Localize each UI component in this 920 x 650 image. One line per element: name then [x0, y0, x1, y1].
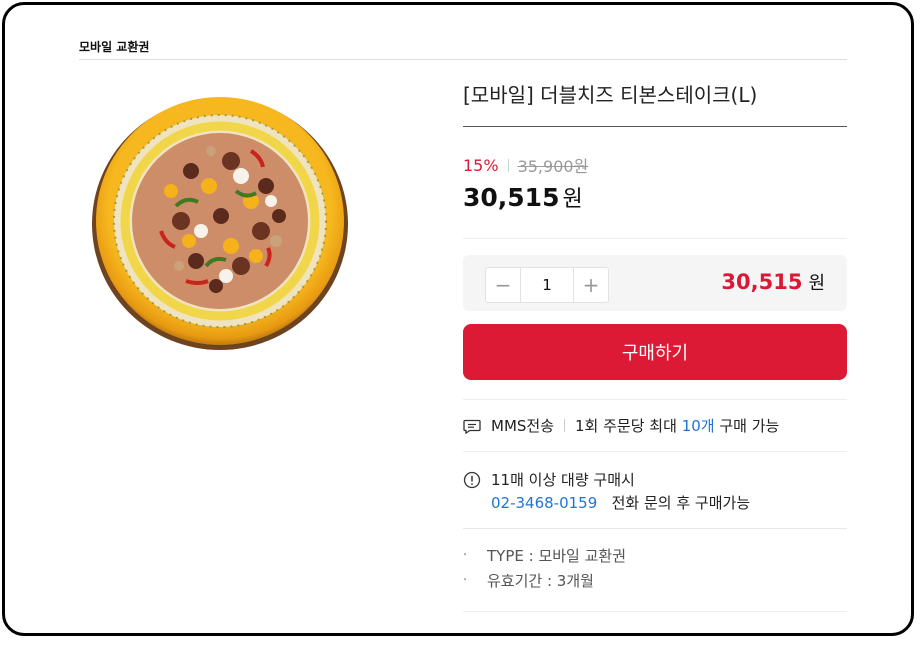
sale-price: 30,515 원 [463, 181, 583, 213]
product-title: [모바일] 더블치즈 티본스테이크(L) [463, 83, 758, 107]
discount-rate: 15% [463, 155, 499, 175]
original-price: 35,900원 [517, 157, 589, 176]
total-price-value: 30,515 [721, 270, 803, 294]
quantity-stepper: − 1 + [485, 267, 609, 303]
bullet: · [463, 573, 468, 588]
bullet: · [463, 548, 468, 563]
divider [79, 59, 847, 60]
spec-text: 유효기간 : 3개월 [487, 572, 594, 590]
breadcrumb[interactable]: 모바일 교환권 [79, 38, 149, 55]
sale-price-value: 30,515 [463, 183, 560, 212]
product-image [92, 97, 348, 350]
limit-count: 10개 [681, 417, 715, 435]
spec-text: TYPE : 모바일 교환권 [487, 547, 627, 565]
separator [507, 158, 509, 172]
divider [463, 238, 847, 239]
bulk-info: 11매 이상 대량 구매시 [463, 469, 635, 490]
decrease-button[interactable]: − [486, 268, 520, 302]
sale-price-unit: 원 [562, 187, 583, 212]
limit-prefix: 1회 주문당 최대 [575, 417, 677, 435]
divider [463, 611, 847, 612]
bulk-contact-text: 전화 문의 후 구매가능 [611, 494, 751, 512]
increase-button[interactable]: + [574, 268, 608, 302]
total-price: 30,515 원 [721, 269, 825, 295]
quantity-panel: − 1 + 30,515 원 [463, 255, 847, 311]
bulk-contact: 02-3468-0159 전화 문의 후 구매가능 [491, 492, 750, 513]
delivery-method: MMS전송 [491, 417, 555, 435]
divider [463, 451, 847, 452]
quantity-input[interactable]: 1 [520, 268, 574, 302]
spec-item: · 유효기간 : 3개월 [463, 570, 594, 591]
divider [463, 126, 847, 127]
divider [463, 399, 847, 400]
total-price-unit: 원 [808, 273, 825, 294]
bulk-text: 11매 이상 대량 구매시 [491, 471, 635, 489]
buy-button[interactable]: 구매하기 [463, 324, 847, 380]
separator [564, 419, 566, 432]
limit-suffix: 구매 가능 [719, 417, 780, 435]
page-frame: 모바일 교환권 [모바일] 더블치즈 티본스테이크(L) 15% 35,900원… [2, 2, 914, 636]
delivery-info: MMS전송 1회 주문당 최대 10개 구매 가능 [463, 415, 779, 436]
divider [463, 528, 847, 529]
info-circle-icon [463, 471, 481, 489]
message-icon [463, 417, 481, 435]
spec-item: · TYPE : 모바일 교환권 [463, 545, 626, 566]
phone-link[interactable]: 02-3468-0159 [491, 494, 597, 512]
price-row: 15% 35,900원 [463, 153, 588, 177]
